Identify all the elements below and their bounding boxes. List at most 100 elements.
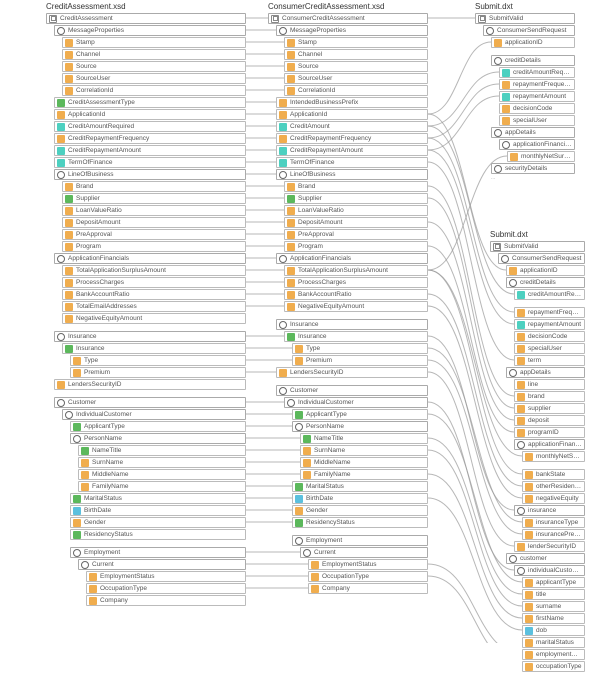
- tree-node[interactable]: line: [514, 379, 585, 390]
- tree-node[interactable]: LendersSecurityID: [276, 367, 428, 378]
- tree-node[interactable]: Channel: [62, 49, 246, 60]
- tree-node[interactable]: CorrelationId: [62, 85, 246, 96]
- tree-node[interactable]: Company: [308, 583, 428, 594]
- tree-node[interactable]: applicationID: [491, 37, 575, 48]
- tree-node[interactable]: monthlyNetSurplus: [507, 151, 575, 162]
- tree-node[interactable]: bankState: [522, 469, 585, 480]
- tree-node[interactable]: CorrelationId: [284, 85, 428, 96]
- tree-node[interactable]: firstName: [522, 613, 585, 624]
- tree-node[interactable]: Source: [62, 61, 246, 72]
- tree-node[interactable]: ApplicationId: [276, 109, 428, 120]
- tree-node[interactable]: EmploymentStatus: [86, 571, 246, 582]
- tree-node[interactable]: MessageProperties: [276, 25, 428, 36]
- tree-node[interactable]: title: [522, 589, 585, 600]
- tree-node[interactable]: NegativeEquityAmount: [62, 313, 246, 324]
- tree-node[interactable]: CreditRepaymentFrequency: [54, 133, 246, 144]
- tree-node[interactable]: occupationType: [522, 661, 585, 672]
- tree-node[interactable]: supplier: [514, 403, 585, 414]
- tree-node[interactable]: creditDetails: [506, 277, 585, 288]
- tree-node[interactable]: BirthDate: [292, 493, 428, 504]
- tree-node[interactable]: specialUser: [514, 343, 585, 354]
- tree-node[interactable]: Premium: [292, 355, 428, 366]
- tree-node[interactable]: applicantType: [522, 577, 585, 588]
- tree-node[interactable]: TotalApplicationSurplusAmount: [284, 265, 428, 276]
- tree-node[interactable]: LendersSecurityID: [54, 379, 246, 390]
- tree-node[interactable]: surname: [522, 601, 585, 612]
- tree-node[interactable]: individualCustomer: [514, 565, 585, 576]
- tree-node[interactable]: MessageProperties: [54, 25, 246, 36]
- tree-node[interactable]: Gender: [70, 517, 246, 528]
- tree-node[interactable]: repaymentAmount: [514, 319, 585, 330]
- tree-node[interactable]: insuranceType: [522, 517, 585, 528]
- tree-node[interactable]: ApplicationFinancials: [54, 253, 246, 264]
- tree-node[interactable]: lenderSecurityID: [514, 541, 585, 552]
- tree-node[interactable]: Stamp: [62, 37, 246, 48]
- tree-node[interactable]: decisionCode: [499, 103, 575, 114]
- tree-node[interactable]: SourceUser: [284, 73, 428, 84]
- tree-node[interactable]: appDetails: [491, 127, 575, 138]
- tree-node[interactable]: Supplier: [284, 193, 428, 204]
- tree-node[interactable]: TermOfFinance: [54, 157, 246, 168]
- tree-node[interactable]: NegativeEquityAmount: [284, 301, 428, 312]
- tree-node[interactable]: Current: [78, 559, 246, 570]
- tree-node[interactable]: creditAmountRequired: [499, 67, 575, 78]
- tree-node[interactable]: ResidencyStatus: [70, 529, 246, 540]
- tree-node[interactable]: BankAccountRatio: [62, 289, 246, 300]
- tree-node[interactable]: Customer: [54, 397, 246, 408]
- tree-node[interactable]: dob: [522, 625, 585, 636]
- tree-node[interactable]: NameTitle: [78, 445, 246, 456]
- tree-node[interactable]: IndividualCustomer: [284, 397, 428, 408]
- tree-node[interactable]: ConsumerSendRequest: [498, 253, 585, 264]
- tree-node[interactable]: Program: [284, 241, 428, 252]
- tree-node[interactable]: FamilyName: [300, 469, 428, 480]
- tree-node[interactable]: applicationFinancials: [514, 439, 585, 450]
- tree-node[interactable]: Program: [62, 241, 246, 252]
- tree-node[interactable]: BirthDate: [70, 505, 246, 516]
- tree-node[interactable]: ApplicationFinancials: [276, 253, 428, 264]
- tree-node[interactable]: ResidencyStatus: [292, 517, 428, 528]
- tree-node[interactable]: repaymentAmount: [499, 91, 575, 102]
- tree-node[interactable]: IntendedBusinessPrefix: [276, 97, 428, 108]
- tree-node[interactable]: monthlyNetSurplus: [522, 451, 585, 462]
- tree-node[interactable]: securityDetails: [491, 163, 575, 174]
- tree-node[interactable]: repaymentFrequency: [499, 79, 575, 90]
- tree-node[interactable]: ProcessCharges: [62, 277, 246, 288]
- tree-node[interactable]: ConsumerCreditAssessment: [268, 13, 428, 24]
- tree-node[interactable]: negativeEquity: [522, 493, 585, 504]
- tree-node[interactable]: PersonName: [70, 433, 246, 444]
- tree-node[interactable]: ProcessCharges: [284, 277, 428, 288]
- tree-node[interactable]: decisionCode: [514, 331, 585, 342]
- tree-node[interactable]: otherResidences: [522, 481, 585, 492]
- tree-node[interactable]: Employment: [292, 535, 428, 546]
- tree-node[interactable]: Stamp: [284, 37, 428, 48]
- tree-node[interactable]: MaritalStatus: [292, 481, 428, 492]
- tree-node[interactable]: Supplier: [62, 193, 246, 204]
- tree-node[interactable]: FamilyName: [78, 481, 246, 492]
- tree-node[interactable]: Customer: [276, 385, 428, 396]
- tree-node[interactable]: Brand: [284, 181, 428, 192]
- tree-node[interactable]: SourceUser: [62, 73, 246, 84]
- tree-node[interactable]: MaritalStatus: [70, 493, 246, 504]
- tree-node[interactable]: deposit: [514, 415, 585, 426]
- tree-node[interactable]: brand: [514, 391, 585, 402]
- tree-node[interactable]: customer: [506, 553, 585, 564]
- tree-node[interactable]: PreApproval: [284, 229, 428, 240]
- tree-node[interactable]: Gender: [292, 505, 428, 516]
- tree-node[interactable]: PreApproval: [62, 229, 246, 240]
- tree-node[interactable]: Insurance: [62, 343, 246, 354]
- tree-node[interactable]: CreditRepaymentAmount: [54, 145, 246, 156]
- tree-node[interactable]: OccupationType: [86, 583, 246, 594]
- tree-node[interactable]: DepositAmount: [284, 217, 428, 228]
- tree-node[interactable]: MiddleName: [78, 469, 246, 480]
- tree-node[interactable]: CreditAmountRequired: [54, 121, 246, 132]
- tree-node[interactable]: Brand: [62, 181, 246, 192]
- tree-node[interactable]: SubmitValid: [490, 241, 585, 252]
- tree-node[interactable]: SurnName: [78, 457, 246, 468]
- tree-node[interactable]: repaymentFrequency: [514, 307, 585, 318]
- tree-node[interactable]: MiddleName: [300, 457, 428, 468]
- tree-node[interactable]: Premium: [70, 367, 246, 378]
- tree-node[interactable]: TermOfFinance: [276, 157, 428, 168]
- tree-node[interactable]: Insurance: [276, 319, 428, 330]
- tree-node[interactable]: NameTitle: [300, 433, 428, 444]
- tree-node[interactable]: ApplicantType: [70, 421, 246, 432]
